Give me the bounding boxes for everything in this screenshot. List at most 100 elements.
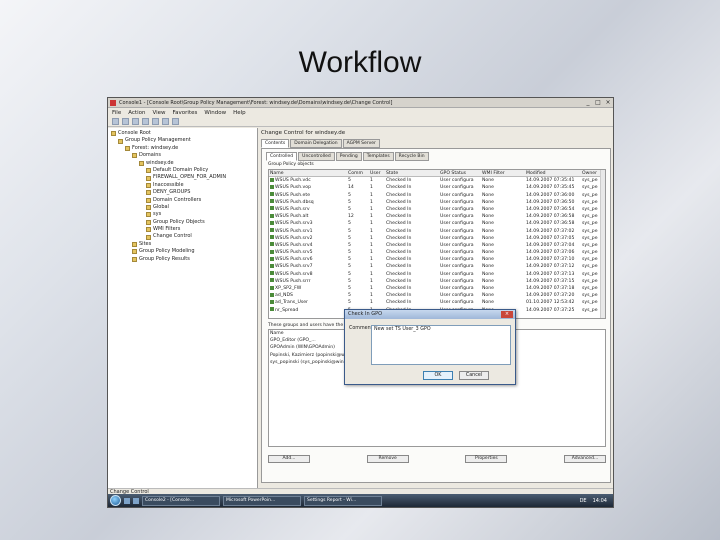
quicklaunch-icon[interactable] — [124, 497, 130, 504]
table-cell: 14.09.2007 07:36:58 — [526, 221, 575, 227]
vertical-scrollbar[interactable] — [600, 170, 605, 318]
table-cell: 1 — [370, 286, 373, 291]
tab-agpm-server[interactable]: AGPM Server — [342, 139, 380, 148]
dialog-close-button[interactable]: × — [501, 311, 513, 318]
table-row[interactable]: WSUS Push.srv6 5 1 Checked In User configura… — [269, 256, 605, 263]
column-header[interactable]: Name — [269, 170, 347, 176]
table-row[interactable]: WSUS Push.srv7 5 1 Checked In User configura… — [269, 263, 605, 270]
add-button[interactable]: Add... — [268, 455, 310, 463]
taskbar-item[interactable]: Settings Report - Wi... — [304, 495, 382, 506]
cancel-button[interactable]: Cancel — [459, 371, 489, 380]
tree-item[interactable]: Domain Controllers — [108, 197, 257, 204]
table-cell: 1 — [370, 278, 373, 284]
tab-uncontrolled[interactable]: Uncontrolled — [298, 152, 335, 161]
taskbar-item[interactable]: Console2 - [Console... — [142, 495, 220, 506]
menu-file[interactable]: File — [112, 110, 121, 116]
column-header[interactable]: WMI Filter — [481, 170, 525, 176]
table-row[interactable]: WSUS Push.srv2 5 1 Checked In User configura… — [269, 235, 605, 242]
tree-item[interactable]: Group Policy Results — [108, 256, 257, 263]
tab-contents[interactable]: Contents — [261, 139, 290, 148]
gpo-name: WSUS Push.vdc — [275, 178, 311, 184]
tree-item[interactable]: Group Policy Objects — [108, 219, 257, 226]
refresh-icon[interactable] — [152, 118, 159, 125]
folder-icon — [132, 153, 137, 159]
tree-item[interactable]: Console Root — [108, 130, 257, 137]
quicklaunch-icon[interactable] — [133, 497, 139, 504]
show-tree-icon[interactable] — [142, 118, 149, 125]
advanced-button[interactable]: Advanced... — [563, 455, 606, 463]
remove-button[interactable]: Remove — [366, 455, 409, 463]
tree-item[interactable]: DENY_GROUPS — [108, 189, 257, 196]
table-row[interactable]: ad_NDS 5 1 Checked In User configura None 14.0… — [269, 292, 605, 299]
slide-title: Workflow — [298, 46, 422, 79]
tab-domain-delegation[interactable]: Domain Delegation — [290, 139, 342, 148]
close-button[interactable]: × — [603, 99, 613, 106]
tree-item[interactable]: windsey.de — [108, 160, 257, 167]
tree-item[interactable]: Default Domain Policy — [108, 167, 257, 174]
up-icon[interactable] — [132, 118, 139, 125]
tree-item[interactable]: Sites — [108, 241, 257, 248]
column-header[interactable]: GPO Status — [439, 170, 481, 176]
menu-favorites[interactable]: Favorites — [173, 110, 198, 116]
tab-templates[interactable]: Templates — [362, 152, 394, 161]
table-row[interactable]: WSUS Push.vop 14 1 Checked In User configura… — [269, 184, 605, 191]
menu-window[interactable]: Window — [204, 110, 226, 116]
forward-icon[interactable] — [122, 118, 129, 125]
gpo-icon — [270, 263, 274, 268]
tree-item[interactable]: sys — [108, 211, 257, 218]
table-row[interactable]: WSUS Push.srv8 5 1 Checked In User configura… — [269, 271, 605, 278]
table-row[interactable]: WSUS Push.alt 12 1 Checked In User configura… — [269, 213, 605, 220]
minimize-button[interactable]: _ — [583, 99, 593, 106]
tree-item[interactable]: Inaccessible — [108, 182, 257, 189]
tab-controlled[interactable]: Controlled — [266, 152, 298, 161]
table-cell: 14 — [348, 185, 354, 191]
tree-item[interactable]: Group Policy Management — [108, 137, 257, 144]
table-row[interactable]: WSUS Push.vdc 5 1 Checked In User configura N… — [269, 177, 605, 184]
tree-item[interactable]: Forest: windsey.de — [108, 145, 257, 152]
table-cell: WSUS Push.dbsq — [269, 199, 347, 206]
tab-recycle-bin[interactable]: Recycle Bin — [394, 152, 429, 161]
table-row[interactable]: WSUS Push.srrr 5 1 Checked In User configura… — [269, 278, 605, 285]
table-row[interactable]: WSUS Push.srv 5 1 Checked In User configura N… — [269, 206, 605, 213]
tree-item[interactable]: Domains — [108, 152, 257, 159]
column-header[interactable]: State — [385, 170, 439, 176]
tree-item[interactable]: FIREWALL_OPEN_FOR_ADMIN — [108, 174, 257, 181]
language-indicator[interactable]: DE — [580, 498, 587, 504]
table-row[interactable]: WSUS Push.srv5 5 1 Checked In User configura… — [269, 249, 605, 256]
table-row[interactable]: WSUS Push.srv1 5 1 Checked In User configura… — [269, 228, 605, 235]
clock[interactable]: 14:04 — [593, 498, 607, 504]
start-button[interactable] — [110, 495, 121, 506]
maximize-button[interactable]: □ — [593, 99, 603, 106]
export-icon[interactable] — [162, 118, 169, 125]
table-row[interactable]: XP_SP2_FW 5 1 Checked In User configura None 1… — [269, 285, 605, 292]
table-cell: None — [482, 264, 494, 270]
tree-item[interactable]: WMI Filters — [108, 226, 257, 233]
table-row[interactable]: WSUS Push.dbsq 5 1 Checked In User configura… — [269, 199, 605, 206]
comment-field[interactable]: New set TS User_3 GPO — [371, 325, 511, 365]
tree-item-label: Global — [153, 203, 169, 210]
table-cell: 5 — [348, 278, 351, 284]
ok-button[interactable]: OK — [423, 371, 453, 380]
table-row[interactable]: WSUS Push.ete 5 1 Checked In User configura N… — [269, 192, 605, 199]
menu-action[interactable]: Action — [128, 110, 145, 116]
taskbar-item[interactable]: Microsoft PowerPoin... — [223, 495, 301, 506]
window-titlebar[interactable]: Console1 - [Console Root\Group Policy Ma… — [108, 98, 613, 108]
tree-item[interactable]: Change Control — [108, 233, 257, 240]
back-icon[interactable] — [112, 118, 119, 125]
folder-icon — [111, 131, 116, 137]
table-row[interactable]: WSUS Push.srv3 5 1 Checked In User configura… — [269, 220, 605, 227]
column-header[interactable]: Comm — [347, 170, 369, 176]
properties-button[interactable]: Properties — [465, 455, 508, 463]
table-header: Name Comm User State GPO Status WMI Filter Mod… — [269, 170, 605, 178]
table-row[interactable]: WSUS Push.srv4 5 1 Checked In User configura… — [269, 242, 605, 249]
tab-pending[interactable]: Pending — [335, 152, 362, 161]
menu-help[interactable]: Help — [233, 110, 246, 116]
tree-item[interactable]: Group Policy Modeling — [108, 248, 257, 255]
folder-icon — [146, 234, 151, 240]
help-icon[interactable] — [172, 118, 179, 125]
tree-item[interactable]: Global — [108, 204, 257, 211]
menu-view[interactable]: View — [152, 110, 165, 116]
table-row[interactable]: ad_Trans_User 5 1 Checked In User configura N… — [269, 299, 605, 306]
column-header[interactable]: User — [369, 170, 385, 176]
column-header[interactable]: Modified — [525, 170, 581, 176]
